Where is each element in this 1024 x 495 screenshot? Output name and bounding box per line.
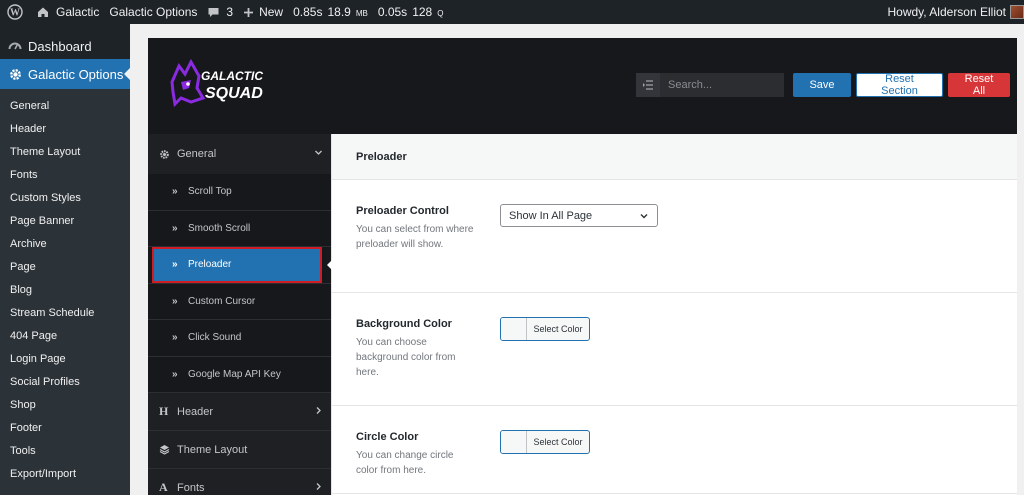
admin-submenu-item-stream-schedule[interactable]: Stream Schedule: [0, 302, 130, 325]
options-panel: GALACTIC SQUAD Save Reset Section Reset …: [148, 38, 1017, 495]
field-background-color: Background Color You can choose backgrou…: [332, 293, 1017, 406]
comment-icon: [208, 7, 219, 17]
color-swatch: [501, 318, 527, 340]
double-chevron-right-icon: »: [172, 368, 178, 380]
panel-header: GALACTIC SQUAD Save Reset Section Reset …: [148, 38, 1017, 134]
chevron-down-icon: [315, 150, 322, 155]
admin-submenu-item-social-profiles[interactable]: Social Profiles: [0, 371, 130, 394]
chevron-right-icon: [316, 483, 321, 490]
circle-color-picker[interactable]: Select Color: [500, 430, 590, 454]
nav-sub-click-sound[interactable]: » Click Sound: [148, 320, 331, 356]
plus-icon: [244, 7, 254, 17]
admin-submenu-item-header[interactable]: Header: [0, 118, 130, 141]
color-swatch: [501, 431, 527, 453]
admin-submenu-item-footer[interactable]: Footer: [0, 417, 130, 440]
search-input[interactable]: [660, 73, 784, 97]
field-description: You can select from where preloader will…: [356, 224, 474, 250]
nav-sub-google-map-api-key[interactable]: » Google Map API Key: [148, 357, 331, 393]
layers-icon: [159, 444, 177, 455]
new-content-link[interactable]: New: [238, 0, 288, 24]
wordpress-logo-icon[interactable]: W: [0, 0, 31, 24]
field-title: Background Color: [356, 318, 452, 330]
panel-body: General » Scroll Top» Smooth Scroll» Preloa…: [148, 134, 1017, 495]
admin-submenu-item-theme-layout[interactable]: Theme Layout: [0, 141, 130, 164]
field-description: You can change circle color from here.: [356, 450, 454, 476]
nav-sub-smooth-scroll[interactable]: » Smooth Scroll: [148, 211, 331, 247]
gear-icon: [159, 149, 177, 160]
expand-list-icon[interactable]: [636, 73, 660, 97]
nav-sub-scroll-top[interactable]: » Scroll Top: [148, 174, 331, 210]
admin-submenu-item-404-page[interactable]: 404 Page: [0, 325, 130, 348]
field-description: You can choose background color from her…: [356, 337, 456, 378]
double-chevron-right-icon: »: [172, 295, 178, 307]
admin-submenu-item-general[interactable]: General: [0, 95, 130, 118]
double-chevron-right-icon: »: [172, 186, 178, 198]
nav-sub-preloader[interactable]: » Preloader: [152, 247, 332, 283]
nav-header[interactable]: H Header: [148, 392, 331, 430]
field-title: Preloader Control: [356, 205, 449, 217]
account-menu[interactable]: Howdy, Alderson Elliot: [883, 0, 1024, 24]
admin-submenu-item-shop[interactable]: Shop: [0, 394, 130, 417]
query-monitor-stats[interactable]: 0.85s 18.9 MB 0.05s 128 Q: [288, 0, 458, 24]
field-circle-color: Circle Color You can change circle color…: [332, 406, 1017, 494]
panel-toolbar: Save Reset Section Reset All: [636, 73, 1010, 97]
section-content: Preloader Preloader Control You can sele…: [331, 134, 1017, 495]
double-chevron-right-icon: »: [172, 332, 178, 344]
admin-submenu-item-tools[interactable]: Tools: [0, 440, 130, 463]
admin-submenu-item-custom-styles[interactable]: Custom Styles: [0, 187, 130, 210]
admin-submenu: General Header Theme Layout Fonts Custom Sty…: [0, 89, 130, 495]
site-name-link[interactable]: Galactic: [31, 0, 104, 24]
nav-general[interactable]: General: [148, 134, 331, 174]
gear-icon: [8, 67, 28, 82]
menu-dashboard[interactable]: Dashboard: [0, 33, 130, 59]
avatar: [1010, 5, 1024, 19]
options-link[interactable]: Galactic Options: [104, 0, 202, 24]
svg-text:GALACTIC: GALACTIC: [201, 69, 263, 83]
nav-general-subitems: » Scroll Top» Smooth Scroll» Preloader» Cust…: [148, 174, 332, 393]
chevron-right-icon: [316, 407, 321, 414]
admin-submenu-item-archive[interactable]: Archive: [0, 233, 130, 256]
admin-submenu-item-page-banner[interactable]: Page Banner: [0, 210, 130, 233]
home-icon: [38, 7, 48, 17]
admin-submenu-item-login-page[interactable]: Login Page: [0, 348, 130, 371]
double-chevron-right-icon: »: [172, 222, 178, 234]
admin-bar: W Galactic Galactic Options 3 New 0.85s …: [0, 0, 1024, 24]
comments-link[interactable]: 3: [202, 0, 238, 24]
options-nav: General » Scroll Top» Smooth Scroll» Preloa…: [148, 134, 332, 495]
field-title: Circle Color: [356, 431, 419, 443]
admin-submenu-item-fonts[interactable]: Fonts: [0, 164, 130, 187]
menu-galactic-options[interactable]: Galactic Options: [0, 59, 130, 89]
svg-text:W: W: [10, 8, 20, 19]
chevron-down-icon: [640, 213, 648, 218]
nav-theme-layout[interactable]: Theme Layout: [148, 430, 331, 468]
section-title: Preloader: [332, 134, 1017, 180]
comments-count: 3: [226, 5, 234, 19]
nav-sub-custom-cursor[interactable]: » Custom Cursor: [148, 284, 331, 320]
reset-section-button[interactable]: Reset Section: [856, 73, 943, 97]
galactic-squad-logo: GALACTIC SQUAD: [170, 58, 263, 108]
nav-fonts[interactable]: A Fonts: [148, 468, 331, 495]
save-button[interactable]: Save: [793, 73, 851, 97]
reset-all-button[interactable]: Reset All: [948, 73, 1010, 97]
admin-submenu-item-page[interactable]: Page: [0, 256, 130, 279]
heading-icon: H: [159, 404, 169, 418]
background-color-picker[interactable]: Select Color: [500, 317, 590, 341]
admin-submenu-item-blog[interactable]: Blog: [0, 279, 130, 302]
dashboard-icon: [8, 39, 28, 53]
double-chevron-right-icon: »: [172, 259, 178, 271]
admin-menu: Dashboard Galactic Options General Header…: [0, 24, 130, 495]
field-preloader-control: Preloader Control You can select from wh…: [332, 180, 1017, 293]
admin-submenu-item-export-import[interactable]: Export/Import: [0, 463, 130, 486]
greeting: Howdy, Alderson Elliot: [887, 5, 1007, 19]
svg-text:SQUAD: SQUAD: [205, 85, 263, 102]
font-icon: A: [159, 480, 168, 494]
preloader-control-select[interactable]: Show In All Page: [500, 204, 658, 227]
site-name: Galactic: [56, 5, 100, 19]
